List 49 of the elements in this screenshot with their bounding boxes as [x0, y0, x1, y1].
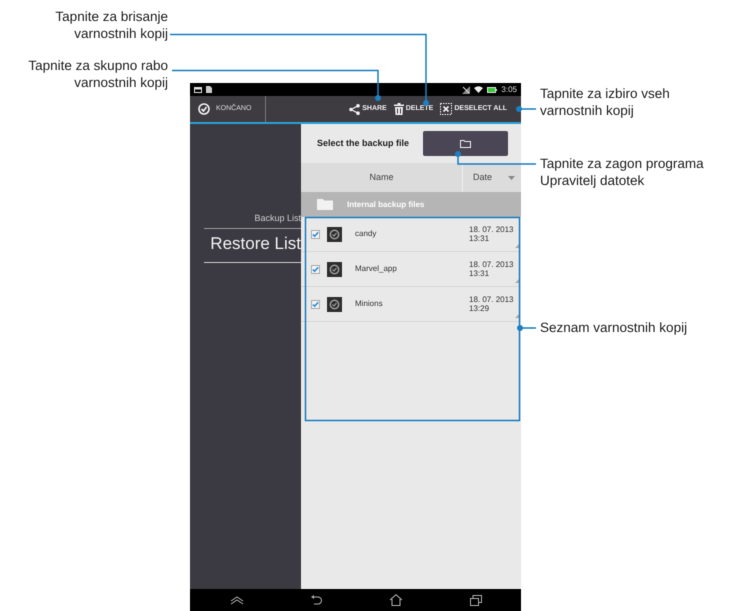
corner-mark-icon: [515, 243, 520, 248]
file-name: candy: [355, 228, 378, 240]
folder-icon: [317, 199, 333, 210]
recent-apps-icon[interactable]: [470, 594, 482, 606]
column-header[interactable]: Name: [301, 170, 462, 184]
deselect-icon: [440, 103, 452, 115]
share-icon: [349, 104, 360, 114]
wifi-icon: [474, 86, 484, 93]
callout-label: Tapnite za skupno rabo varnostnih kopij: [27, 57, 168, 91]
folder-button[interactable]: [423, 131, 508, 156]
document-icon: [206, 86, 212, 93]
callout-label: Tapnite za izbiro vseh varnostnih kopij: [540, 85, 671, 119]
no-signal-icon: [462, 86, 470, 94]
checkbox[interactable]: [311, 230, 320, 238]
backup-row[interactable]: candy 18. 07. 2013 13:31: [301, 217, 521, 252]
callout-label: Seznam varnostnih kopij: [540, 319, 688, 336]
home-icon[interactable]: [388, 594, 402, 606]
corner-mark-icon: [515, 313, 520, 318]
chevron-up-icon[interactable]: [230, 596, 244, 604]
file-date: 18. 07. 2013: [469, 295, 514, 304]
backup-row[interactable]: Minions 18. 07. 2013 13:29: [301, 287, 521, 322]
leader-line: [517, 325, 536, 331]
status-time: 3:05: [501, 84, 517, 96]
group-label: Internal backup files: [347, 198, 424, 210]
trash-icon: [394, 103, 404, 115]
picture-icon: [194, 86, 202, 92]
file-time: 13:31: [469, 234, 490, 243]
file-date: 18. 07. 2013: [469, 260, 514, 269]
backup-app-icon: [327, 262, 342, 276]
backup-app-icon: [327, 296, 342, 312]
file-name: Marvel_app: [355, 263, 398, 275]
checkmark-icon: [198, 103, 210, 115]
checkbox[interactable]: [311, 264, 320, 274]
sort-down-icon: [508, 176, 516, 180]
battery-icon: [487, 86, 498, 92]
back-icon[interactable]: [310, 595, 322, 605]
select-file-label: Select the backup file: [317, 136, 410, 150]
callout-label: Tapnite za zagon programa Upravitelj datotek: [540, 155, 705, 189]
checkbox[interactable]: [311, 300, 320, 308]
file-date: 18. 07. 2013: [469, 225, 514, 234]
backup-app-icon: [327, 226, 342, 242]
leader-line: [516, 106, 536, 112]
file-time: 13:29: [469, 304, 490, 313]
file-name: Minions: [355, 298, 384, 310]
folder-icon: [460, 140, 472, 148]
callout-label: Tapnite za brisanje varnostnih kopij: [54, 8, 168, 42]
file-time: 13:31: [469, 269, 490, 278]
corner-mark-icon: [515, 278, 520, 283]
backup-row[interactable]: Marvel_app 18. 07. 2013 13:31: [301, 252, 521, 287]
